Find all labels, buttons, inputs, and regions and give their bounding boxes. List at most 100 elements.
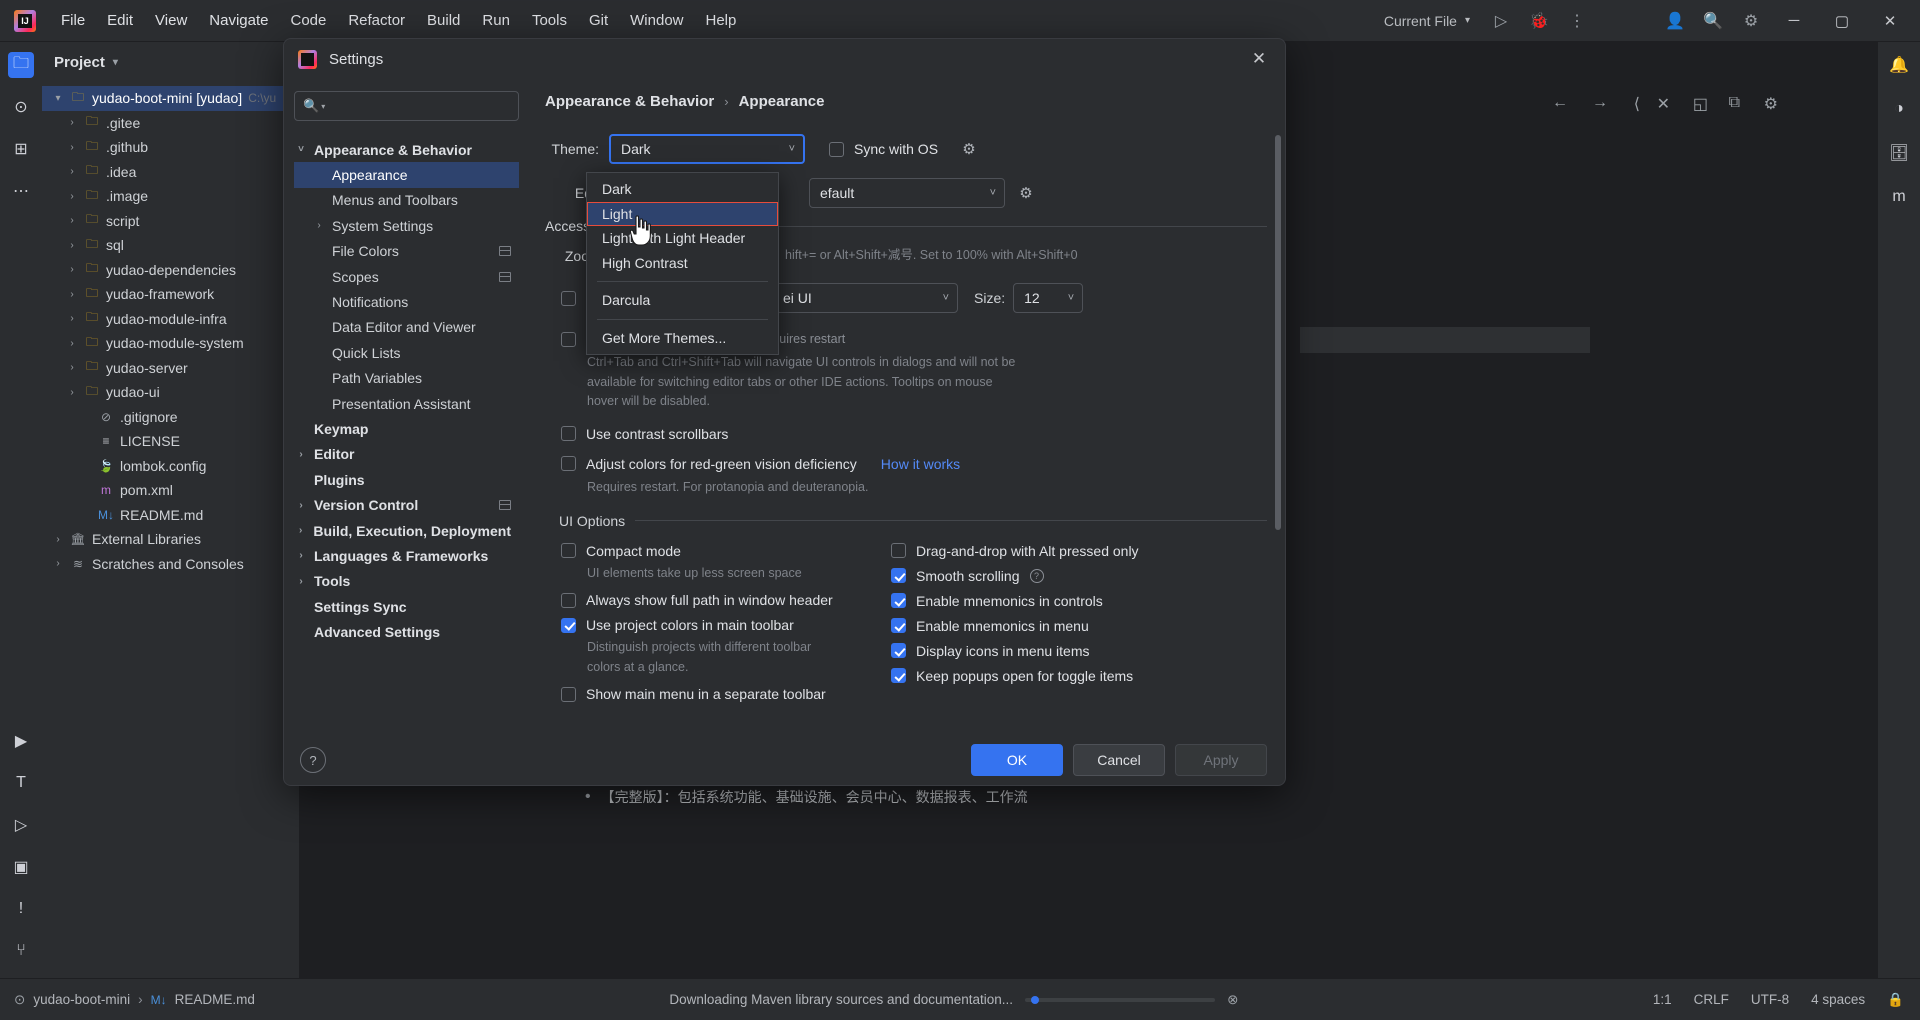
- chevron-right-icon[interactable]: ›: [66, 191, 78, 202]
- close-icon[interactable]: ✕: [1245, 45, 1273, 73]
- tree-item[interactable]: › 🗀 yudao-module-infra: [42, 307, 299, 332]
- theme-option[interactable]: Light with Light Header: [587, 226, 778, 251]
- theme-combobox[interactable]: Dark ˅: [609, 134, 805, 164]
- gear-icon[interactable]: ⚙: [958, 138, 980, 160]
- chevron-right-icon[interactable]: ›: [66, 117, 78, 128]
- gear-icon[interactable]: ⚙: [1015, 182, 1037, 204]
- menu-tools[interactable]: Tools: [521, 8, 578, 33]
- tree-item[interactable]: › 🗀 yudao-module-system: [42, 331, 299, 356]
- settings-nav-item[interactable]: › System Settings: [294, 213, 519, 238]
- adjust-colors-row[interactable]: Adjust colors for red-green vision defic…: [561, 456, 1285, 472]
- todo-tool-icon[interactable]: T: [8, 770, 34, 796]
- menu-refactor[interactable]: Refactor: [337, 8, 416, 33]
- theme-dropdown-popup[interactable]: Dark Light Light with Light Header High Con…: [586, 172, 779, 355]
- chevron-down-icon[interactable]: ˅: [294, 144, 308, 155]
- tree-item[interactable]: › 🗀 yudao-framework: [42, 282, 299, 307]
- close-editor-icon[interactable]: ✕: [1657, 94, 1670, 114]
- override-font-checkbox[interactable]: [561, 290, 576, 306]
- more-vertical-icon[interactable]: ⋮: [1560, 6, 1594, 36]
- chevron-right-icon[interactable]: ›: [66, 338, 78, 349]
- tree-item[interactable]: › 🗀 yudao-ui: [42, 380, 299, 405]
- ui-option-row[interactable]: Smooth scrolling?: [891, 568, 1285, 584]
- how-it-works-link[interactable]: How it works: [881, 456, 960, 472]
- chevron-right-icon[interactable]: ›: [294, 525, 307, 536]
- settings-nav-item[interactable]: Keymap: [294, 416, 519, 441]
- ui-option-checkbox[interactable]: [891, 618, 906, 634]
- tree-item[interactable]: 🍃 lombok.config: [42, 454, 299, 479]
- editor-scheme-combobox[interactable]: efault ˅: [809, 178, 1005, 208]
- settings-nav-item[interactable]: Path Variables: [294, 366, 519, 391]
- settings-icon[interactable]: ⚙: [1764, 94, 1778, 114]
- menu-build[interactable]: Build: [416, 8, 471, 33]
- ui-option-checkbox[interactable]: [561, 543, 576, 559]
- use-contrast-scrollbars-checkbox[interactable]: [561, 426, 576, 441]
- ui-option-checkbox[interactable]: [561, 617, 576, 633]
- project-tree[interactable]: ▾ 🗀 yudao-boot-mini [yudao] C:\yu › 🗀 .git…: [42, 82, 299, 576]
- status-encoding[interactable]: UTF-8: [1751, 992, 1789, 1007]
- lock-icon[interactable]: 🔒: [1887, 992, 1904, 1008]
- add-user-icon[interactable]: 👤: [1658, 6, 1692, 36]
- font-size-combobox[interactable]: 12 ˅: [1013, 283, 1084, 314]
- status-line-separator[interactable]: CRLF: [1694, 992, 1729, 1007]
- chevron-right-icon[interactable]: ›: [52, 558, 64, 569]
- collapse-icon[interactable]: ⟨: [1634, 94, 1640, 114]
- tree-item[interactable]: › 🗀 .image: [42, 184, 299, 209]
- tree-item[interactable]: › 🗀 .github: [42, 135, 299, 160]
- maven-icon[interactable]: m: [1886, 184, 1912, 210]
- question-mark-icon[interactable]: ?: [1029, 568, 1044, 583]
- ui-option-checkbox[interactable]: [561, 592, 576, 608]
- settings-nav-item[interactable]: Advanced Settings: [294, 619, 519, 644]
- settings-nav-item[interactable]: Plugins: [294, 467, 519, 492]
- chevron-right-icon[interactable]: ›: [66, 264, 78, 275]
- tree-item[interactable]: m pom.xml: [42, 478, 299, 503]
- menu-run[interactable]: Run: [471, 8, 521, 33]
- ui-option-checkbox[interactable]: [891, 668, 906, 684]
- chevron-right-icon[interactable]: ›: [66, 215, 78, 226]
- settings-scrollbar[interactable]: [1275, 135, 1281, 530]
- chevron-right-icon[interactable]: ›: [66, 289, 78, 300]
- ui-option-row[interactable]: Always show full path in window header: [561, 592, 891, 608]
- project-tool-icon[interactable]: 🗀: [8, 52, 34, 78]
- gear-icon[interactable]: ⚙: [1734, 6, 1768, 36]
- theme-option[interactable]: Dark: [587, 177, 778, 202]
- adjust-colors-checkbox[interactable]: [561, 456, 576, 471]
- tree-item[interactable]: › 🗀 .idea: [42, 160, 299, 185]
- project-tree-root[interactable]: ▾ 🗀 yudao-boot-mini [yudao] C:\yu: [42, 86, 299, 111]
- chevron-right-icon[interactable]: ›: [66, 313, 78, 324]
- ui-option-checkbox[interactable]: [891, 543, 906, 559]
- settings-nav-item[interactable]: Appearance: [294, 162, 519, 188]
- settings-tree[interactable]: ˅ Appearance & Behavior Appearance Menus an…: [294, 137, 519, 645]
- theme-option[interactable]: High Contrast: [587, 251, 778, 276]
- ok-button[interactable]: OK: [971, 744, 1063, 776]
- chevron-right-icon[interactable]: ›: [66, 240, 78, 251]
- ui-option-row[interactable]: Show main menu in a separate toolbar: [561, 686, 891, 702]
- chevron-right-icon[interactable]: ›: [294, 500, 308, 511]
- tree-item[interactable]: ≡ LICENSE: [42, 429, 299, 454]
- run-tool-icon[interactable]: ▶: [8, 728, 34, 754]
- close-icon[interactable]: ✕: [1868, 1, 1912, 41]
- chevron-right-icon[interactable]: ›: [66, 166, 78, 177]
- theme-option[interactable]: Light: [587, 201, 778, 226]
- ui-option-row[interactable]: Drag-and-drop with Alt pressed only: [891, 543, 1285, 559]
- settings-nav-item[interactable]: ˅ Appearance & Behavior: [294, 137, 519, 162]
- chevron-down-icon[interactable]: ▾: [113, 57, 118, 68]
- notifications-icon[interactable]: 🔔: [1886, 52, 1912, 78]
- chevron-right-icon[interactable]: ›: [294, 576, 308, 587]
- tree-item[interactable]: › 🗀 sql: [42, 233, 299, 258]
- tree-item[interactable]: ⊘ .gitignore: [42, 405, 299, 430]
- ai-assistant-icon[interactable]: ◑: [1886, 96, 1912, 122]
- structure-tool-icon[interactable]: ⊞: [8, 136, 34, 162]
- chevron-right-icon[interactable]: ›: [66, 387, 78, 398]
- more-tools-icon[interactable]: ⋯: [8, 178, 34, 204]
- menu-view[interactable]: View: [144, 8, 198, 33]
- status-project-name[interactable]: yudao-boot-mini: [33, 992, 130, 1007]
- settings-nav-item[interactable]: Quick Lists: [294, 340, 519, 365]
- run-icon[interactable]: ▷: [1484, 6, 1518, 36]
- settings-nav-item[interactable]: Scopes: [294, 264, 519, 289]
- sync-with-os-checkbox[interactable]: [829, 141, 844, 157]
- status-caret-position[interactable]: 1:1: [1653, 992, 1672, 1007]
- settings-nav-item[interactable]: › Tools: [294, 569, 519, 594]
- maximize-icon[interactable]: ▢: [1820, 1, 1864, 41]
- ui-option-row[interactable]: Enable mnemonics in menu: [891, 618, 1285, 634]
- status-file-name[interactable]: README.md: [175, 992, 255, 1007]
